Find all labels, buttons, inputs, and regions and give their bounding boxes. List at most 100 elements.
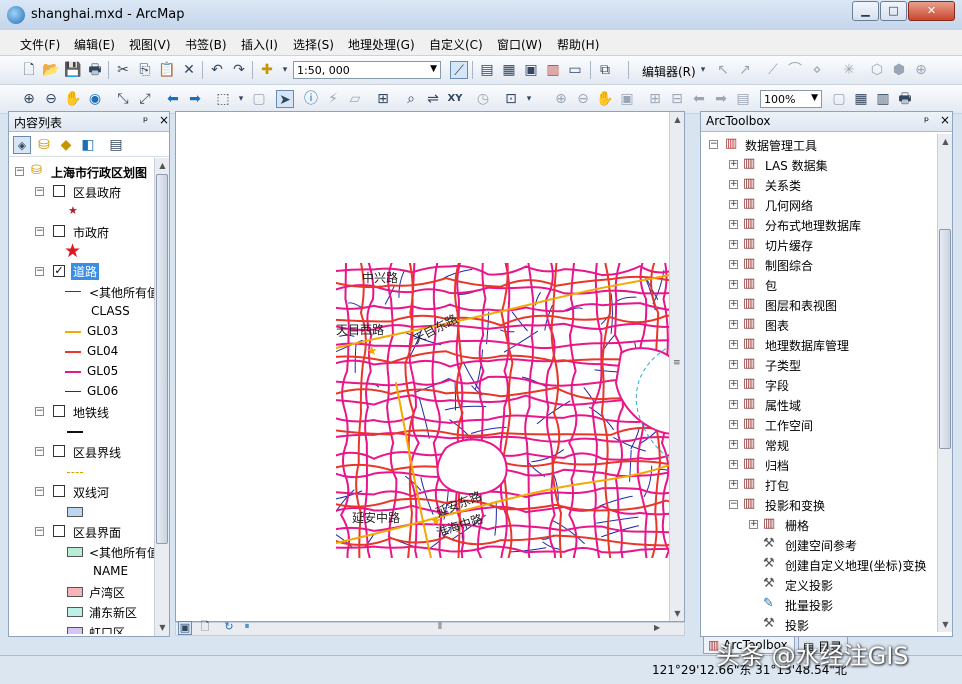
- save-icon[interactable]: 💾: [64, 61, 82, 79]
- expand-icon[interactable]: +: [729, 480, 738, 489]
- data-driven-pages-icon[interactable]: ▥: [874, 90, 892, 108]
- layer-visibility-checkbox[interactable]: [53, 185, 65, 197]
- pin-icon[interactable]: ᵖ: [924, 114, 929, 128]
- layer-visibility-checkbox[interactable]: [53, 485, 65, 497]
- collapse-icon[interactable]: −: [15, 167, 24, 176]
- expand-icon[interactable]: +: [729, 460, 738, 469]
- delete-icon[interactable]: ✕: [180, 61, 198, 79]
- collapse-icon[interactable]: −: [35, 187, 44, 196]
- fixed-zoom-in-icon[interactable]: ⤡: [114, 90, 132, 108]
- close-icon[interactable]: ×: [159, 113, 169, 127]
- scroll-down-icon[interactable]: ▼: [938, 617, 953, 632]
- collapse-icon[interactable]: −: [35, 527, 44, 536]
- list-by-source-icon[interactable]: ⛁: [35, 136, 53, 154]
- editor-dropdown-icon[interactable]: ▾: [694, 61, 712, 79]
- layout-zoom-in-icon[interactable]: ⊕: [552, 90, 570, 108]
- select-features-icon[interactable]: ⬚: [214, 90, 232, 108]
- clear-selection-icon[interactable]: ▢: [250, 90, 268, 108]
- full-extent-icon[interactable]: ◉: [86, 90, 104, 108]
- collapse-icon[interactable]: −: [35, 407, 44, 416]
- zoom-in-icon[interactable]: ⊕: [20, 90, 38, 108]
- collapse-icon[interactable]: −: [35, 267, 44, 276]
- menu-bookmarks[interactable]: 书签(B): [185, 36, 227, 53]
- menu-edit[interactable]: 编辑(E): [74, 36, 115, 53]
- scroll-down-icon[interactable]: ▼: [155, 620, 170, 635]
- arctoolbox-icon[interactable]: ▥: [544, 61, 562, 79]
- editor-menu[interactable]: 编辑器(R): [642, 63, 696, 80]
- collapse-icon[interactable]: −: [729, 500, 738, 509]
- layout-zoom-out-icon[interactable]: ⊖: [574, 90, 592, 108]
- layout-pan-icon[interactable]: ✋: [596, 90, 614, 108]
- collapse-icon[interactable]: −: [35, 487, 44, 496]
- expand-icon[interactable]: +: [729, 420, 738, 429]
- python-window-icon[interactable]: ▭: [566, 61, 584, 79]
- find-icon[interactable]: ⌕: [402, 90, 420, 108]
- list-by-drawing-order-icon[interactable]: ◈: [13, 136, 31, 154]
- district-government-marker[interactable]: ★: [366, 344, 378, 359]
- zoom-percent-combo[interactable]: 100% ▼: [760, 90, 822, 108]
- time-slider-icon[interactable]: ◷: [474, 90, 492, 108]
- html-popup-icon[interactable]: ▱: [346, 90, 364, 108]
- collapse-icon[interactable]: −: [709, 140, 718, 149]
- expand-icon[interactable]: +: [729, 200, 738, 209]
- menu-help[interactable]: 帮助(H): [557, 36, 599, 53]
- toc-options-icon[interactable]: ▤: [107, 136, 125, 154]
- select-elements-icon[interactable]: ➤: [276, 90, 294, 108]
- catalog-window-icon[interactable]: ▦: [500, 61, 518, 79]
- viewer-dropdown-icon[interactable]: ▾: [520, 90, 538, 108]
- scroll-up-icon[interactable]: ▲: [155, 158, 170, 173]
- toc-window-icon[interactable]: ▤: [478, 61, 496, 79]
- expand-icon[interactable]: +: [729, 320, 738, 329]
- endpoint-arc-icon[interactable]: ⌒: [786, 61, 804, 79]
- pan-icon[interactable]: ✋: [64, 90, 82, 108]
- search-window-icon[interactable]: ▣: [522, 61, 540, 79]
- layout-back-icon[interactable]: ⬅: [690, 90, 708, 108]
- scroll-down-icon[interactable]: ▼: [670, 606, 684, 621]
- expand-icon[interactable]: +: [729, 280, 738, 289]
- redo-icon[interactable]: ↷: [230, 61, 248, 79]
- expand-icon[interactable]: +: [729, 340, 738, 349]
- refresh-icon[interactable]: ↻: [220, 621, 238, 635]
- close-button[interactable]: ✕: [908, 1, 955, 21]
- minimize-button[interactable]: ▁: [852, 1, 879, 21]
- zoom-100-icon[interactable]: ⊞: [646, 90, 664, 108]
- edit-vertices-icon[interactable]: ⬡: [868, 61, 886, 79]
- zoom-out-icon[interactable]: ⊖: [42, 90, 60, 108]
- expand-icon[interactable]: +: [729, 440, 738, 449]
- edit-tool-icon[interactable]: ↖: [714, 61, 732, 79]
- scroll-grip-icon[interactable]: ⦀: [438, 622, 442, 632]
- expand-icon[interactable]: +: [729, 300, 738, 309]
- map-scale-combo[interactable]: 1:50, 000 ▼: [293, 61, 441, 79]
- toolbox-scrollbar[interactable]: ▲ ▼: [937, 134, 952, 632]
- expand-icon[interactable]: +: [729, 260, 738, 269]
- menu-customize[interactable]: 自定义(C): [429, 36, 483, 53]
- menu-insert[interactable]: 插入(I): [241, 36, 278, 53]
- expand-icon[interactable]: +: [729, 160, 738, 169]
- print-preview-icon[interactable]: 🖶: [896, 90, 914, 108]
- go-to-xy-icon[interactable]: XY: [446, 90, 464, 108]
- identify-icon[interactable]: ⓘ: [302, 90, 320, 108]
- straight-segment-icon[interactable]: ⟋: [764, 61, 782, 79]
- scroll-thumb[interactable]: [939, 229, 951, 449]
- focus-data-frame-icon[interactable]: ▢: [830, 90, 848, 108]
- scroll-grip-icon[interactable]: ≡: [673, 358, 681, 368]
- layout-forward-icon[interactable]: ➡: [712, 90, 730, 108]
- layer-visibility-checkbox[interactable]: ✓: [53, 265, 65, 277]
- add-data-icon[interactable]: ✚: [258, 61, 276, 79]
- pin-icon[interactable]: ᵖ: [143, 114, 148, 128]
- cut-icon[interactable]: ✂: [114, 61, 132, 79]
- point-icon[interactable]: ✳: [840, 61, 858, 79]
- layer-visibility-checkbox[interactable]: [53, 445, 65, 457]
- map-vertical-scrollbar[interactable]: ▲ ≡ ▼: [669, 112, 684, 621]
- layer-visibility-checkbox[interactable]: [53, 405, 65, 417]
- trace-icon[interactable]: ⋄: [808, 61, 826, 79]
- expand-icon[interactable]: +: [729, 220, 738, 229]
- layout-view-icon[interactable]: 🗋: [196, 621, 214, 635]
- pause-drawing-icon[interactable]: ⏸: [238, 621, 256, 635]
- change-layout-icon[interactable]: ▦: [852, 90, 870, 108]
- back-extent-icon[interactable]: ⬅: [164, 90, 182, 108]
- find-route-icon[interactable]: ⇌: [424, 90, 442, 108]
- menu-windows[interactable]: 窗口(W): [497, 36, 542, 53]
- forward-extent-icon[interactable]: ➡: [186, 90, 204, 108]
- maximize-button[interactable]: □: [880, 1, 907, 21]
